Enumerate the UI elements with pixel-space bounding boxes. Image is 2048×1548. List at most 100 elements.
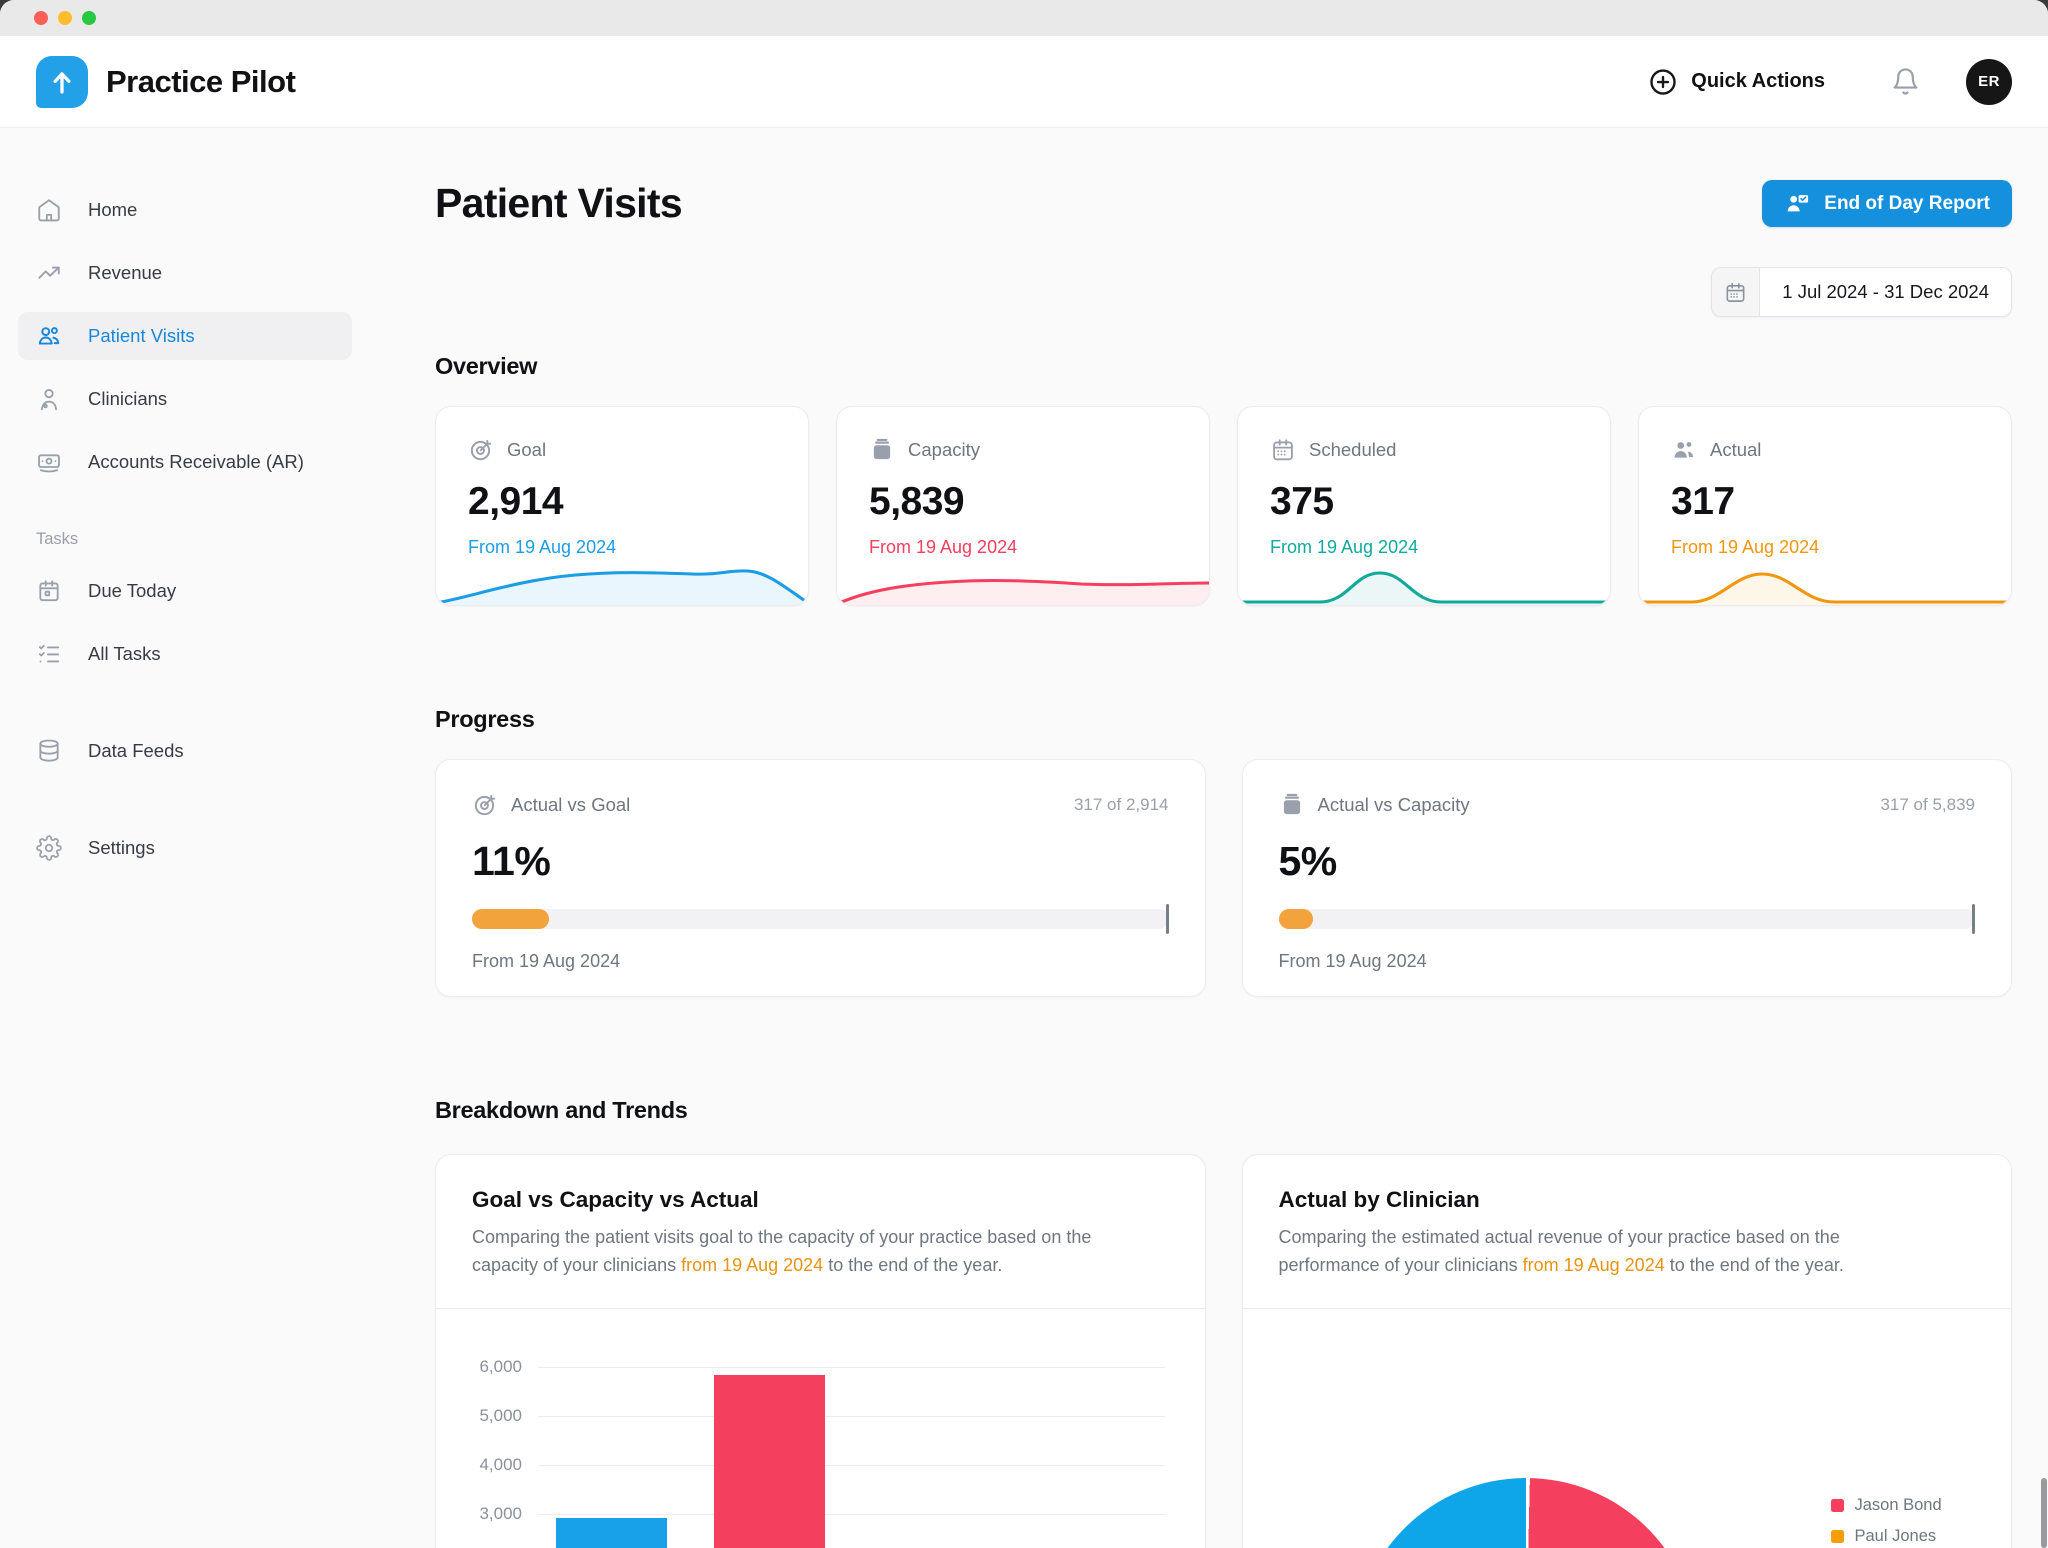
brand-name: Practice Pilot — [106, 64, 295, 100]
sidebar-item-clinicians[interactable]: Clinicians — [18, 375, 352, 423]
sidebar-item-home[interactable]: Home — [18, 186, 352, 234]
target-icon — [468, 437, 494, 463]
scheduled-caption: From 19 Aug 2024 — [1270, 537, 1578, 558]
breakdown-heading: Breakdown and Trends — [435, 1097, 2012, 1124]
sidebar-item-accounts-receivable[interactable]: Accounts Receivable (AR) — [18, 438, 352, 486]
actual-vs-goal-card: Actual vs Goal 317 of 2,914 11% From 19 … — [435, 759, 1206, 997]
target-icon — [472, 792, 498, 818]
legend-swatch — [1831, 1530, 1844, 1543]
bar-capacity — [714, 1375, 825, 1548]
goal-caption: From 19 Aug 2024 — [468, 537, 776, 558]
sidebar-item-all-tasks[interactable]: All Tasks — [18, 630, 352, 678]
goal-value: 2,914 — [468, 480, 776, 524]
goal-vs-capacity-vs-actual-card: Goal vs Capacity vs Actual Comparing the… — [435, 1154, 1206, 1548]
trending-up-icon — [36, 260, 62, 286]
actual-by-clinician-card: Actual by Clinician Comparing the estima… — [1242, 1154, 2013, 1548]
sidebar-item-revenue[interactable]: Revenue — [18, 249, 352, 297]
close-window-button[interactable] — [34, 11, 48, 25]
end-of-day-report-button[interactable]: End of Day Report — [1762, 180, 2012, 227]
app-window: Practice Pilot Quick Actions ER Home Rev… — [0, 0, 2048, 1548]
titlebar — [0, 0, 2048, 36]
y-axis-tick-label: 6,000 — [472, 1357, 522, 1377]
checklist-icon — [36, 641, 62, 667]
overview-cards: Goal 2,914 From 19 Aug 2024 Capacity 5,8… — [435, 406, 2012, 606]
progress-end-marker — [1972, 904, 1975, 934]
breakdown-cards: Goal vs Capacity vs Actual Comparing the… — [435, 1154, 2012, 1548]
archive-icon — [869, 437, 895, 463]
sidebar: Home Revenue Patient Visits Clinicians A… — [0, 128, 370, 1548]
calendar-icon — [1270, 437, 1296, 463]
capacity-sparkline — [837, 560, 1209, 606]
actual-card: Actual 317 From 19 Aug 2024 — [1638, 406, 2012, 606]
y-axis-tick-label: 3,000 — [472, 1504, 522, 1524]
quick-actions-button[interactable]: Quick Actions — [1648, 67, 1825, 97]
database-icon — [36, 738, 62, 764]
archive-icon — [1279, 792, 1305, 818]
scheduled-card: Scheduled 375 From 19 Aug 2024 — [1237, 406, 1611, 606]
main-content: Patient Visits End of Day Report 1 Jul 2… — [370, 128, 2048, 1548]
patients-group-icon — [36, 323, 62, 349]
zoom-window-button[interactable] — [82, 11, 96, 25]
banknote-icon — [36, 449, 62, 475]
goal-progress-bar — [472, 909, 1169, 929]
capacity-card: Capacity 5,839 From 19 Aug 2024 — [836, 406, 1210, 606]
goal-card: Goal 2,914 From 19 Aug 2024 — [435, 406, 809, 606]
actual-caption: From 19 Aug 2024 — [1671, 537, 1979, 558]
capacity-ratio: 317 of 5,839 — [1880, 795, 1975, 815]
donut-chart-title: Actual by Clinician — [1279, 1187, 1976, 1213]
capacity-progress-caption: From 19 Aug 2024 — [1279, 951, 1976, 972]
donut-chart-description: Comparing the estimated actual revenue o… — [1279, 1224, 1919, 1280]
scheduled-value: 375 — [1270, 480, 1578, 524]
user-avatar[interactable]: ER — [1966, 59, 2012, 105]
donut-legend: Jason Bond Paul Jones Lee Peters Kelly B… — [1831, 1490, 1942, 1548]
progress-end-marker — [1166, 904, 1169, 934]
goal-progress-caption: From 19 Aug 2024 — [472, 951, 1169, 972]
date-range-picker[interactable]: 1 Jul 2024 - 31 Dec 2024 — [1711, 267, 2012, 317]
page-title: Patient Visits — [435, 180, 682, 227]
overview-heading: Overview — [435, 353, 2012, 380]
bar-goal — [556, 1518, 667, 1548]
actual-vs-capacity-card: Actual vs Capacity 317 of 5,839 5% From … — [1242, 759, 2013, 997]
donut-chart-area: Jason Bond Paul Jones Lee Peters Kelly B… — [1243, 1309, 2012, 1548]
bar-chart-description: Comparing the patient visits goal to the… — [472, 1224, 1112, 1280]
sidebar-item-data-feeds[interactable]: Data Feeds — [18, 727, 352, 775]
legend-item: Jason Bond — [1831, 1490, 1942, 1521]
y-axis-tick-label: 5,000 — [472, 1406, 522, 1426]
capacity-progress-bar — [1279, 909, 1976, 929]
sidebar-item-settings[interactable]: Settings — [18, 824, 352, 872]
bell-icon — [1891, 67, 1920, 96]
calendar-icon — [1712, 268, 1760, 316]
report-person-icon — [1784, 190, 1811, 217]
minimize-window-button[interactable] — [58, 11, 72, 25]
legend-item: Paul Jones — [1831, 1521, 1942, 1548]
goal-ratio: 317 of 2,914 — [1074, 795, 1169, 815]
practice-pilot-logo-icon — [36, 56, 88, 108]
y-axis-tick-label: 4,000 — [472, 1455, 522, 1475]
bar-chart-title: Goal vs Capacity vs Actual — [472, 1187, 1169, 1213]
bar-chart-plot: 6,0005,0004,0003,0002,0001,0000 — [472, 1327, 1165, 1548]
goal-sparkline — [436, 560, 808, 606]
date-range-value: 1 Jul 2024 - 31 Dec 2024 — [1760, 268, 2011, 316]
progress-heading: Progress — [435, 706, 2012, 733]
app-header: Practice Pilot Quick Actions ER — [0, 36, 2048, 128]
actual-sparkline — [1639, 560, 2011, 606]
sidebar-item-patient-visits[interactable]: Patient Visits — [18, 312, 352, 360]
scrollbar-thumb[interactable] — [2041, 1478, 2047, 1548]
capacity-caption: From 19 Aug 2024 — [869, 537, 1177, 558]
calendar-day-icon — [36, 578, 62, 604]
plus-circle-icon — [1648, 67, 1678, 97]
sidebar-item-due-today[interactable]: Due Today — [18, 567, 352, 615]
gear-icon — [36, 835, 62, 861]
actual-value: 317 — [1671, 480, 1979, 524]
progress-fill — [472, 909, 549, 929]
sidebar-section-tasks: Tasks — [18, 530, 352, 549]
scheduled-sparkline — [1238, 560, 1610, 606]
capacity-value: 5,839 — [869, 480, 1177, 524]
progress-cards: Actual vs Goal 317 of 2,914 11% From 19 … — [435, 759, 2012, 997]
capacity-percent: 5% — [1279, 838, 1976, 885]
clinician-icon — [36, 386, 62, 412]
progress-fill — [1279, 909, 1314, 929]
goal-percent: 11% — [472, 838, 1169, 885]
people-icon — [1671, 437, 1697, 463]
notifications-button[interactable] — [1891, 67, 1920, 96]
